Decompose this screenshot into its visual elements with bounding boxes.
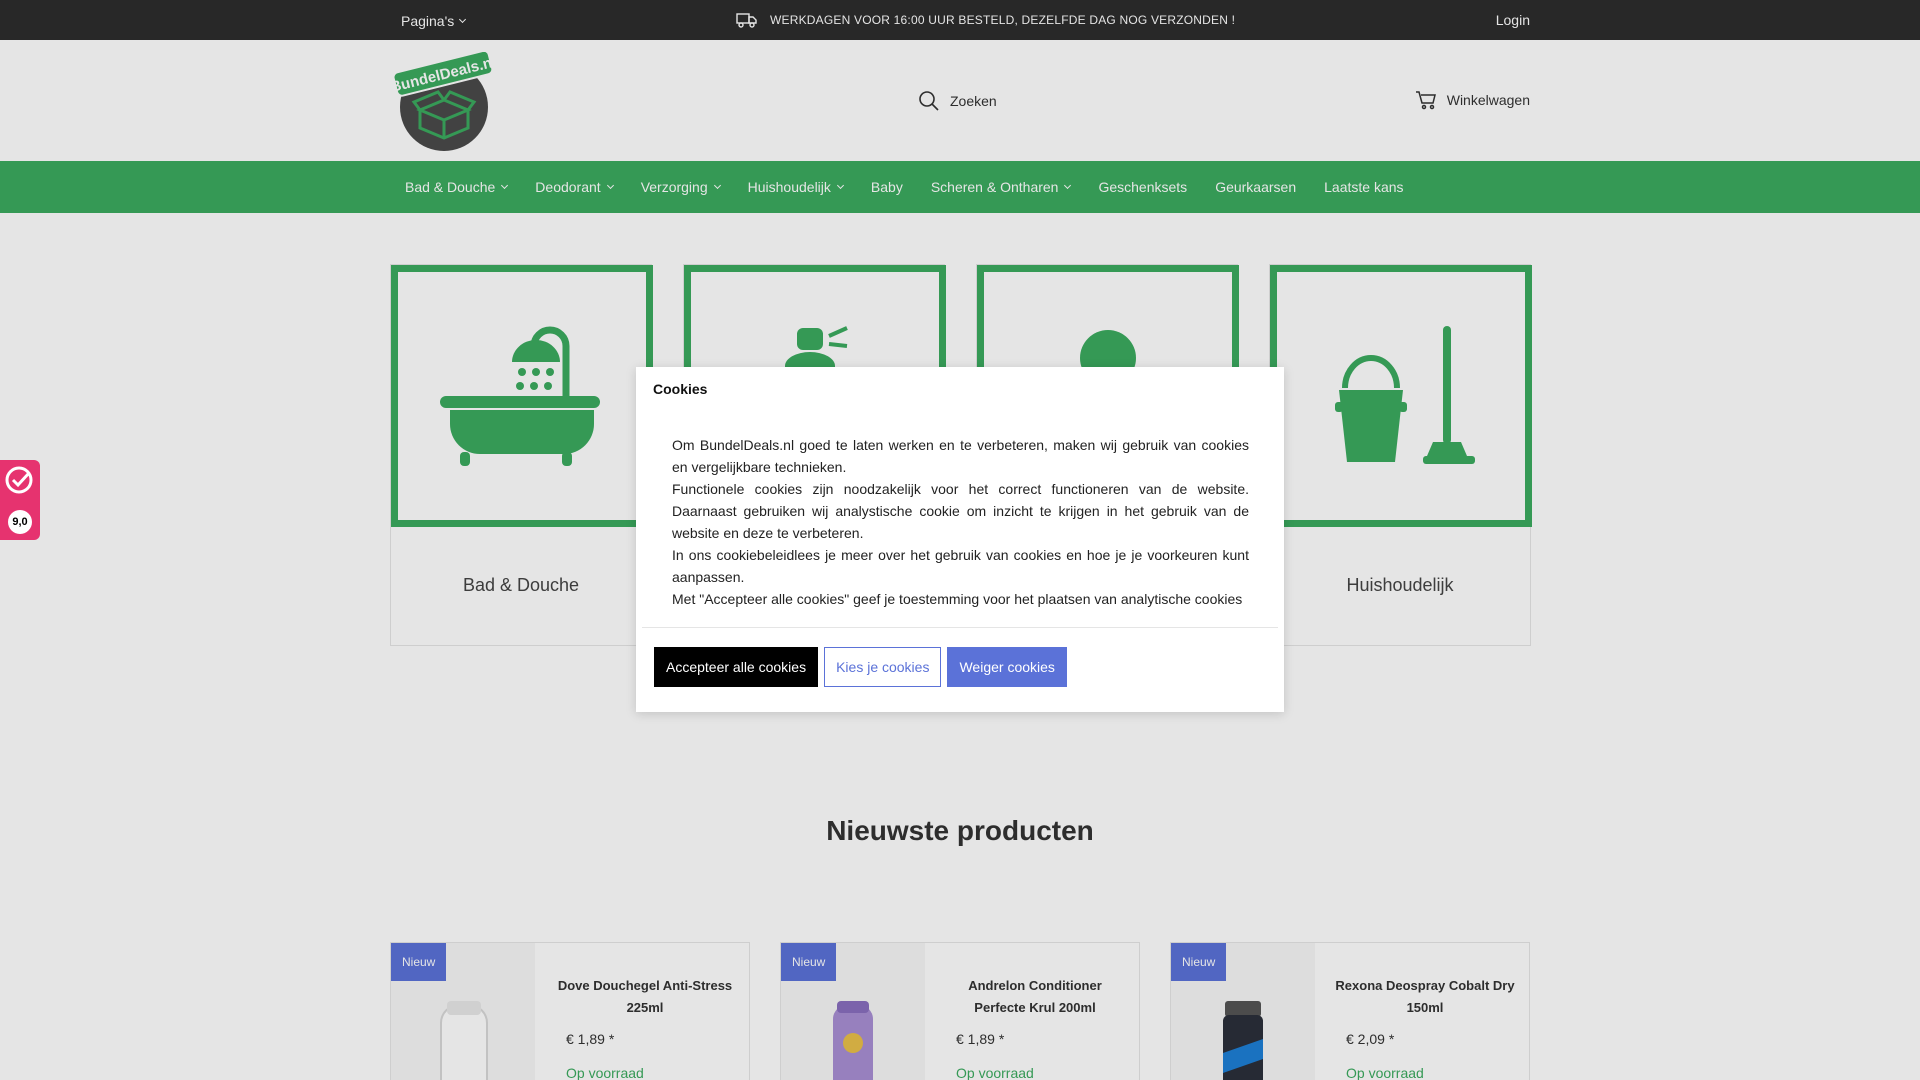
cookie-modal-body: Om BundelDeals.nl goed te laten werken e… bbox=[672, 434, 1249, 610]
cookie-paragraph: In ons cookiebeleidlees je meer over het… bbox=[672, 547, 1249, 585]
refuse-cookies-button[interactable]: Weiger cookies bbox=[947, 647, 1067, 687]
choose-cookies-button[interactable]: Kies je cookies bbox=[824, 647, 942, 687]
cookie-paragraph: Om BundelDeals.nl goed te laten werken e… bbox=[672, 437, 1249, 475]
accept-all-cookies-button[interactable]: Accepteer alle cookies bbox=[654, 647, 819, 687]
kiyoh-logo-icon bbox=[5, 466, 33, 494]
review-score: 9,0 bbox=[8, 510, 32, 534]
cookie-paragraph: Met "Accepteer alle cookies" geef je toe… bbox=[672, 591, 1243, 607]
cookie-modal: Cookies Om BundelDeals.nl goed te laten … bbox=[636, 367, 1284, 712]
cookie-buttons: Accepteer alle cookies Kies je cookies W… bbox=[654, 647, 1067, 687]
review-badge[interactable]: 9,0 bbox=[0, 460, 40, 540]
divider bbox=[642, 627, 1278, 628]
cookie-paragraph: Functionele cookies zijn noodzakelijk vo… bbox=[672, 481, 1249, 541]
cookie-modal-title: Cookies bbox=[653, 381, 708, 397]
